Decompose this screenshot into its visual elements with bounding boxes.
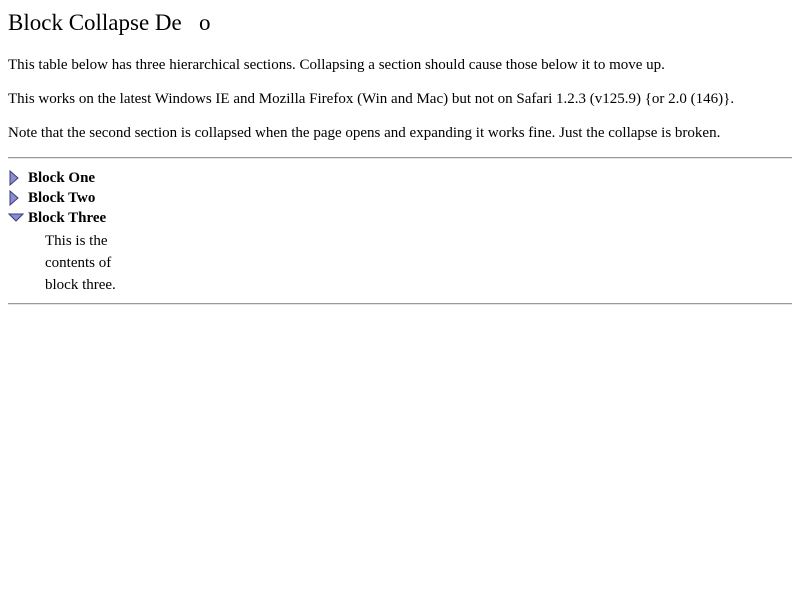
block-three-label[interactable]: Block Three [28,209,106,227]
browser-support-paragraph: This works on the latest Windows IE and … [8,91,735,107]
block-three-toggle[interactable]: Block Three [8,208,106,228]
block-three-content: This is the contents of block three. [45,230,165,296]
intro-paragraph: This table below has three hierarchical … [8,57,665,73]
block-two-label[interactable]: Block Two [28,189,95,207]
triangle-down-icon[interactable] [8,208,28,228]
block-one-label[interactable]: Block One [28,169,95,187]
note-paragraph: Note that the second section is collapse… [8,125,721,141]
top-divider [8,157,792,159]
content-line: block three. [45,277,116,293]
block-two-toggle[interactable]: Block Two [8,188,95,208]
block-one-toggle[interactable]: Block One [8,168,95,188]
content-line: contents of [45,255,112,271]
page: Block Collapse De o This table below has… [0,0,800,600]
page-title: Block Collapse De o [8,10,211,35]
triangle-right-icon[interactable] [8,168,28,188]
content-line: This is the [45,233,108,249]
triangle-right-icon[interactable] [8,188,28,208]
bottom-divider [8,303,792,305]
